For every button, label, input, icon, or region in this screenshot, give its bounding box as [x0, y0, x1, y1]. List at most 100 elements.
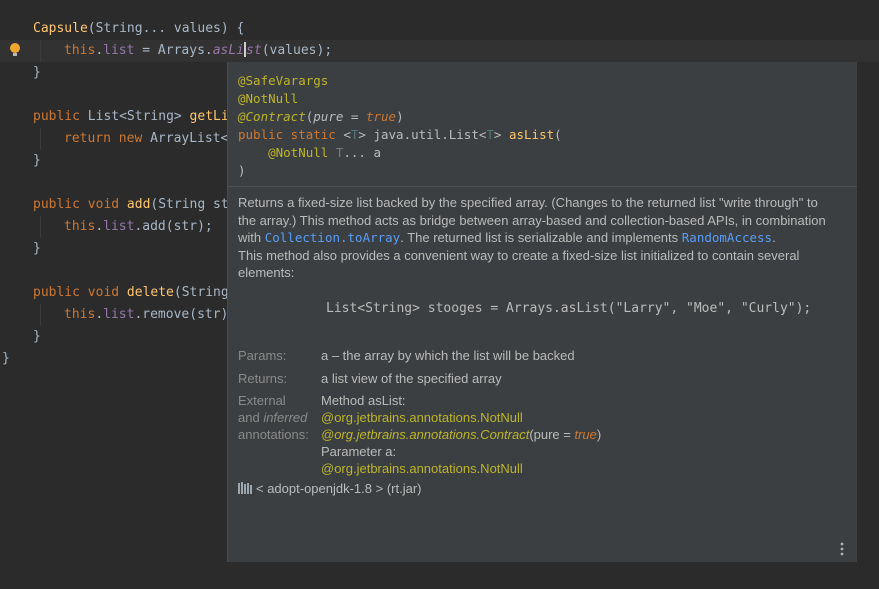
external-label-inferred: inferred: [263, 410, 308, 425]
returns-value: a list view of the specified array: [321, 371, 502, 386]
contract-eq: =: [343, 109, 366, 124]
code-token: public void: [33, 197, 127, 212]
ext-method-label: Method asList:: [321, 393, 406, 408]
code-token: public: [33, 109, 88, 124]
code-example: List<String> stooges = Arrays.asList("La…: [326, 301, 812, 316]
return-type: java.util.List<: [373, 127, 487, 142]
annotation-notnull: @NotNull: [238, 91, 299, 106]
lightbulb-icon[interactable]: [9, 42, 21, 58]
code-line: }: [33, 62, 41, 84]
signature-declaration: public static <T> java.util.List<T> asLi…: [238, 126, 562, 144]
code-line: public void add(String st: [33, 194, 229, 216]
code-token: this: [64, 307, 96, 322]
method-signature: @SafeVarargs @NotNull @Contract(pure = t…: [238, 72, 562, 180]
generic-close: >: [358, 127, 374, 142]
code-token: }: [33, 329, 41, 344]
code-token: }: [33, 241, 41, 256]
external-label-line: and inferred: [238, 409, 309, 426]
library-icon: [238, 482, 252, 494]
code-line: Capsule(String... values) {: [33, 18, 244, 40]
external-label: External and inferred annotations:: [238, 392, 309, 443]
ext-notnull: @org.jetbrains.annotations.NotNull: [321, 410, 523, 425]
code-token: list: [103, 307, 135, 322]
return-type-param: T: [486, 127, 494, 142]
code-token: .: [95, 43, 104, 58]
code-token: .: [95, 219, 104, 234]
code-token: list: [103, 43, 135, 58]
code-token: .: [95, 307, 104, 322]
contract-name: @Contract: [238, 109, 306, 124]
code-token: st: [246, 43, 262, 58]
ext-contract: @org.jetbrains.annotations.Contract(pure…: [321, 426, 601, 443]
separator: [228, 186, 857, 187]
ext-contract-open: (pure =: [529, 427, 575, 442]
params-value: a – the array by which the list will be …: [321, 348, 575, 363]
returns-label: Returns:: [238, 371, 288, 386]
contract-value: true: [365, 109, 397, 124]
indent-guide: [40, 216, 41, 238]
annotation-safevarargs: @SafeVarargs: [238, 73, 329, 88]
code-token: List<String>: [87, 109, 190, 124]
annotation-contract: @Contract(pure = true): [238, 108, 562, 126]
code-token: }: [2, 351, 10, 366]
code-line: }: [33, 150, 41, 172]
modifiers: public static: [238, 127, 344, 142]
close-paren: ): [238, 163, 246, 178]
code-token: Capsule: [33, 21, 88, 36]
external-label-line: External: [238, 393, 286, 408]
method-name: asList: [508, 127, 555, 142]
code-token: = Arrays.: [134, 43, 213, 58]
ext-param-label: Parameter a:: [321, 444, 397, 459]
code-line: public List<String> getLi: [33, 106, 229, 128]
ext-param-notnull: @org.jetbrains.annotations.NotNull: [321, 461, 523, 476]
ext-contract-name: @org.jetbrains.annotations.Contract: [321, 427, 530, 442]
code-line: }: [2, 348, 10, 370]
code-line: }: [33, 238, 41, 260]
open-paren: (: [554, 127, 562, 142]
ext-contract-close: ): [596, 427, 602, 442]
description-text: .: [772, 230, 776, 245]
description-paragraph-1: Returns a fixed-size list backed by the …: [238, 194, 838, 247]
code-line: }: [33, 326, 41, 348]
code-token: this: [64, 219, 96, 234]
code-token: delete: [126, 285, 174, 300]
external-label-and: and: [238, 410, 264, 425]
signature-param: @NotNull T... a: [238, 144, 562, 162]
external-annotations: Method asList: @org.jetbrains.annotation…: [321, 392, 601, 477]
library-info: < adopt-openjdk-1.8 > (rt.jar): [238, 480, 421, 497]
external-label-line: annotations:: [238, 427, 309, 442]
description: Returns a fixed-size list backed by the …: [238, 194, 838, 282]
code-token: .remove(str): [134, 307, 229, 322]
more-vertical-icon[interactable]: [839, 542, 845, 556]
code-token: return new: [64, 131, 151, 146]
code-token: getLi: [189, 109, 229, 124]
code-line: this.list.remove(str): [64, 304, 228, 326]
code-line: public void delete(String: [33, 282, 229, 304]
code-token: list: [103, 219, 135, 234]
link-randomaccess[interactable]: RandomAccess: [682, 230, 772, 245]
contract-close: ): [396, 109, 404, 124]
code-token: }: [33, 153, 41, 168]
library-name: < adopt-openjdk-1.8 > (rt.jar): [256, 481, 422, 496]
code-token: (String st: [150, 197, 229, 212]
param-rest: ... a: [343, 145, 382, 160]
indent-guide: [40, 40, 41, 62]
quick-documentation-popup[interactable]: @SafeVarargs @NotNull @Contract(pure = t…: [227, 62, 857, 562]
link-collection-toarray[interactable]: Collection.toArray: [265, 230, 400, 245]
description-text: . The returned list is serializable and …: [400, 230, 682, 245]
indent-guide: [40, 128, 41, 150]
code-line: this.list = Arrays.asLi st(values);: [64, 40, 332, 62]
description-paragraph-2: This method also provides a convenient w…: [238, 247, 800, 281]
ext-contract-value: true: [574, 427, 597, 442]
indent-guide: [40, 304, 41, 326]
code-line: this.list.add(str);: [64, 216, 213, 238]
code-token: (String: [173, 285, 229, 300]
code-line: return new ArrayList<: [64, 128, 228, 150]
code-token: public void: [33, 285, 127, 300]
contract-key: pure: [313, 109, 344, 124]
code-token: }: [33, 65, 41, 80]
code-token: (String... values) {: [87, 21, 245, 36]
code-token: ArrayList<: [150, 131, 229, 146]
generic-open: <: [343, 127, 351, 142]
code-token: (values);: [261, 43, 333, 58]
